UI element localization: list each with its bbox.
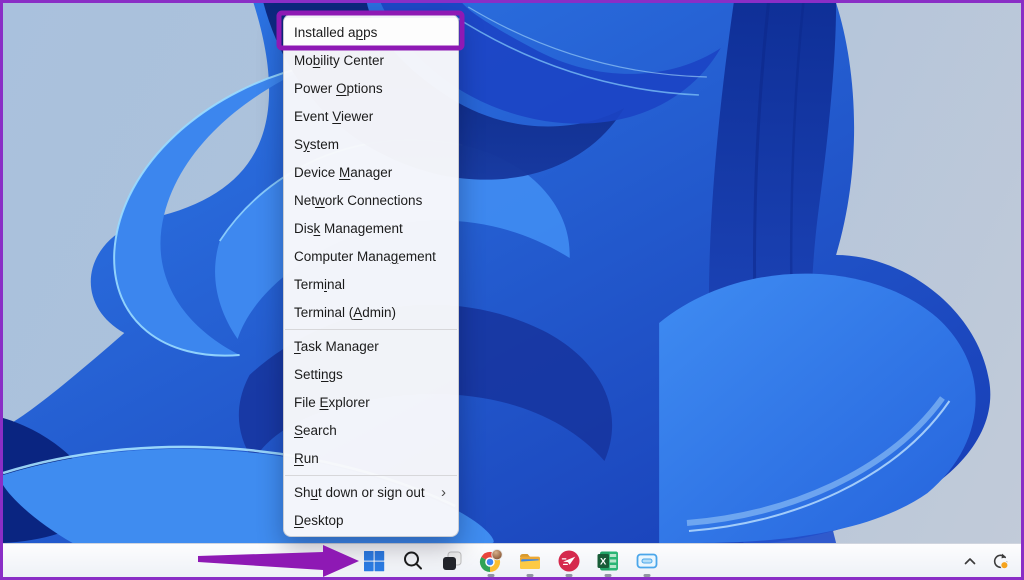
menu-item-label: Event Viewer: [294, 109, 373, 124]
menu-item-network-connections[interactable]: Network Connections: [284, 186, 458, 214]
desktop-wallpaper: [3, 3, 1021, 543]
running-indicator: [565, 574, 572, 577]
tray-show-hidden-icons-button[interactable]: [960, 551, 980, 571]
menu-separator: [285, 329, 457, 330]
taskbar-search-button[interactable]: [393, 544, 432, 578]
running-indicator: [487, 574, 494, 577]
taskbar-chrome-button[interactable]: [471, 544, 510, 578]
menu-item-terminal[interactable]: Terminal: [284, 270, 458, 298]
taskbar: X: [3, 543, 1021, 577]
menu-item-run[interactable]: Run: [284, 444, 458, 472]
windows-logo-icon: [362, 549, 386, 573]
menu-item-event-viewer[interactable]: Event Viewer: [284, 102, 458, 130]
menu-item-label: Settings: [294, 367, 343, 382]
search-icon: [401, 549, 425, 573]
running-indicator: [604, 574, 611, 577]
menu-item-disk-management[interactable]: Disk Management: [284, 214, 458, 242]
menu-item-label: Network Connections: [294, 193, 422, 208]
paper-plane-icon: [557, 549, 581, 573]
menu-item-label: Power Options: [294, 81, 383, 96]
menu-item-device-manager[interactable]: Device Manager: [284, 158, 458, 186]
menu-item-installed-apps[interactable]: Installed apps: [284, 18, 458, 46]
taskbar-task-view-button[interactable]: [432, 544, 471, 578]
menu-item-label: Task Manager: [294, 339, 379, 354]
menu-item-task-manager[interactable]: Task Manager: [284, 332, 458, 360]
menu-item-system[interactable]: System: [284, 130, 458, 158]
folder-icon: [518, 549, 542, 573]
app-window-icon: [635, 549, 659, 573]
menu-item-settings[interactable]: Settings: [284, 360, 458, 388]
svg-text:X: X: [600, 557, 607, 568]
menu-item-computer-management[interactable]: Computer Management: [284, 242, 458, 270]
menu-item-desktop[interactable]: Desktop: [284, 506, 458, 534]
taskbar-blue-app-button[interactable]: [627, 544, 666, 578]
taskbar-red-app-button[interactable]: [549, 544, 588, 578]
tray-windows-update-button[interactable]: [989, 551, 1009, 571]
submenu-chevron-icon: ›: [441, 485, 449, 500]
chrome-icon: [479, 549, 503, 573]
excel-icon: X: [596, 549, 620, 573]
taskbar-file-explorer-button[interactable]: [510, 544, 549, 578]
winx-context-menu: Installed apps Mobility Center Power Optio…: [283, 14, 459, 537]
menu-item-mobility-center[interactable]: Mobility Center: [284, 46, 458, 74]
menu-item-label: Terminal: [294, 277, 345, 292]
menu-separator: [285, 475, 457, 476]
menu-item-label: Disk Management: [294, 221, 403, 236]
menu-item-search[interactable]: Search: [284, 416, 458, 444]
taskbar-icon-strip: X: [354, 544, 666, 578]
menu-item-label: Installed apps: [294, 25, 377, 40]
running-indicator: [643, 574, 650, 577]
menu-item-label: System: [294, 137, 339, 152]
menu-item-label: Desktop: [294, 513, 344, 528]
menu-item-label: Shut down or sign out: [294, 485, 425, 500]
menu-item-label: Run: [294, 451, 319, 466]
menu-item-label: Search: [294, 423, 337, 438]
menu-item-power-options[interactable]: Power Options: [284, 74, 458, 102]
menu-item-label: File Explorer: [294, 395, 370, 410]
menu-item-label: Mobility Center: [294, 53, 384, 68]
taskbar-start-button[interactable]: [354, 544, 393, 578]
menu-item-label: Device Manager: [294, 165, 392, 180]
running-indicator: [526, 574, 533, 577]
menu-item-label: Computer Management: [294, 249, 436, 264]
menu-item-shut-down-or-sign-out[interactable]: Shut down or sign out ›: [284, 478, 458, 506]
menu-item-terminal-admin[interactable]: Terminal (Admin): [284, 298, 458, 326]
system-tray: [960, 544, 1009, 578]
taskbar-excel-button[interactable]: X: [588, 544, 627, 578]
menu-item-label: Terminal (Admin): [294, 305, 396, 320]
task-view-icon: [440, 549, 464, 573]
menu-item-file-explorer[interactable]: File Explorer: [284, 388, 458, 416]
desktop-screen: X Installed apps Mobility Center Power Opt…: [0, 0, 1024, 580]
